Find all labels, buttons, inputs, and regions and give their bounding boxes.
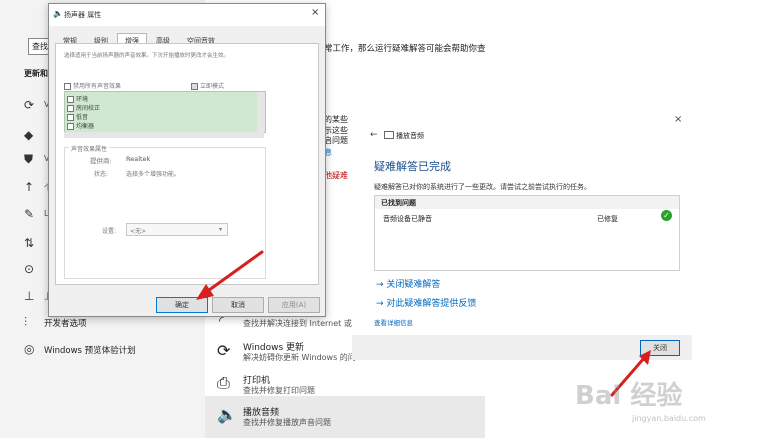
watermark-url: jingyan.baidu.com [632,414,706,423]
watermark-logo: Bai 经验 [575,381,683,411]
annotation-arrows [196,250,651,397]
